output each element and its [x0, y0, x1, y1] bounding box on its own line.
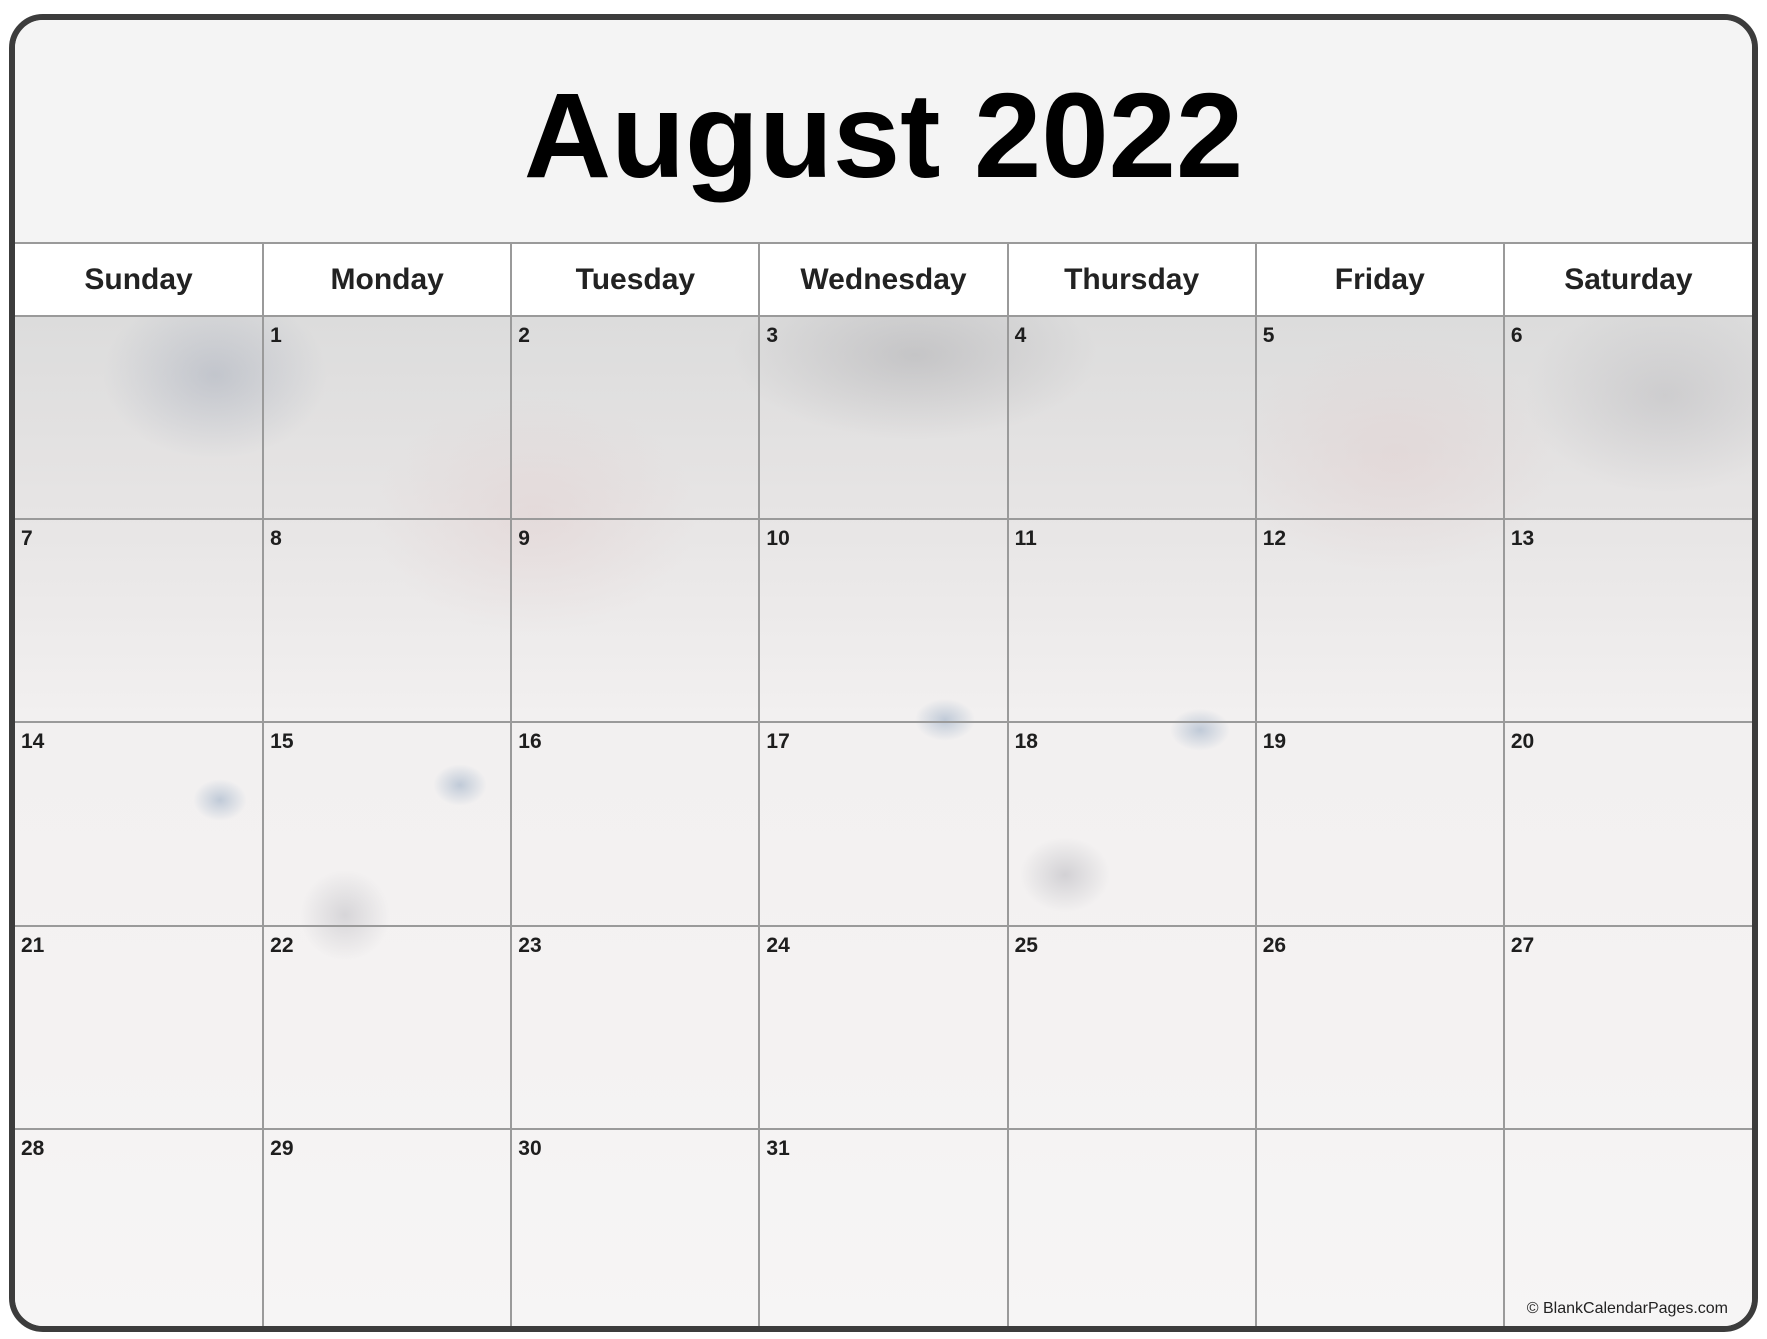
day-number: 5: [1262, 324, 1275, 347]
day-cell[interactable]: 29: [262, 1127, 513, 1326]
day-cell[interactable]: 1: [262, 314, 513, 521]
day-number: 25: [1014, 933, 1038, 957]
week-row: 7 8 9 10 11 12 13: [15, 518, 1752, 724]
day-cell[interactable]: 26: [1254, 924, 1505, 1130]
day-number: 12: [1262, 527, 1287, 551]
day-number: 11: [1014, 527, 1037, 551]
day-number: 21: [21, 933, 45, 957]
day-cell[interactable]: 21: [15, 924, 265, 1130]
day-cell[interactable]: 4: [1006, 314, 1257, 521]
day-cell[interactable]: 10: [758, 518, 1009, 724]
day-cell[interactable]: 31: [758, 1127, 1009, 1326]
calendar-grid: Sunday Monday Tuesday Wednesday Thursday…: [15, 242, 1752, 1326]
week-row: 14 15 16 17 18 19 20: [15, 721, 1752, 927]
day-number: 19: [1262, 730, 1287, 754]
calendar-title: August 2022: [523, 67, 1244, 203]
day-cell[interactable]: 19: [1254, 721, 1505, 927]
day-cell[interactable]: 12: [1254, 518, 1505, 724]
week-row: 1 2 3 4 5 6: [15, 314, 1752, 521]
day-cell[interactable]: 2: [510, 314, 761, 521]
day-number: 22: [270, 933, 294, 957]
day-number: 7: [21, 527, 33, 551]
day-number: 6: [1510, 324, 1523, 347]
day-number: 3: [766, 324, 779, 347]
day-cell[interactable]: 28: [15, 1127, 265, 1326]
weekday-header: Monday: [262, 242, 513, 317]
day-cell[interactable]: 13: [1502, 518, 1752, 724]
day-cell[interactable]: 8: [262, 518, 513, 724]
day-number: 16: [518, 730, 542, 754]
copyright-credit: © BlankCalendarPages.com: [1526, 1300, 1728, 1317]
day-number: 28: [21, 1136, 45, 1160]
day-number: 13: [1510, 527, 1535, 551]
day-number: 18: [1014, 730, 1038, 754]
day-cell[interactable]: 22: [262, 924, 513, 1130]
day-cell[interactable]: 23: [510, 924, 761, 1130]
day-number: 10: [766, 527, 790, 551]
weekday-header: Sunday: [15, 242, 265, 317]
title-bar: August 2022: [15, 20, 1752, 242]
day-number: 24: [766, 933, 790, 957]
day-cell[interactable]: 14: [15, 721, 265, 927]
weekday-header: Friday: [1254, 242, 1505, 317]
day-cell[interactable]: 30: [510, 1127, 761, 1326]
calendar-frame: August 2022 Sunday Monday Tuesday Wednes…: [9, 14, 1758, 1332]
day-cell[interactable]: 6: [1502, 314, 1752, 521]
empty-day-cell[interactable]: [1006, 1127, 1257, 1326]
week-row: 28 29 30 31: [15, 1127, 1752, 1326]
day-number: 27: [1510, 933, 1535, 957]
day-number: 30: [518, 1136, 542, 1160]
weekday-header: Tuesday: [510, 242, 761, 317]
day-cell[interactable]: 16: [510, 721, 761, 927]
day-number: 26: [1262, 933, 1287, 957]
day-cell[interactable]: 24: [758, 924, 1009, 1130]
day-number: 23: [518, 933, 542, 957]
day-number: 17: [766, 730, 790, 754]
day-number: 14: [21, 730, 45, 754]
weekday-header: Saturday: [1502, 242, 1752, 317]
empty-day-cell[interactable]: [1254, 1127, 1505, 1326]
day-cell[interactable]: 9: [510, 518, 761, 724]
day-cell[interactable]: 25: [1006, 924, 1257, 1130]
empty-day-cell[interactable]: [1502, 1127, 1752, 1326]
day-cell[interactable]: 17: [758, 721, 1009, 927]
day-cell[interactable]: 20: [1502, 721, 1752, 927]
day-cell[interactable]: 18: [1006, 721, 1257, 927]
day-cell[interactable]: 11: [1006, 518, 1257, 724]
day-cell[interactable]: 5: [1254, 314, 1505, 521]
day-number: 15: [270, 730, 294, 754]
day-number: 4: [1014, 324, 1027, 347]
week-row: 21 22 23 24 25 26 27: [15, 924, 1752, 1130]
weekday-header: Wednesday: [758, 242, 1009, 317]
day-cell[interactable]: 27: [1502, 924, 1752, 1130]
day-number: 8: [270, 527, 282, 551]
weekday-header: Thursday: [1006, 242, 1257, 317]
day-cell[interactable]: 3: [758, 314, 1009, 521]
day-number: 1: [270, 324, 282, 347]
day-number: 29: [270, 1136, 294, 1160]
day-number: 31: [766, 1136, 790, 1160]
calendar-table: Sunday Monday Tuesday Wednesday Thursday…: [15, 242, 1752, 1326]
empty-day-cell[interactable]: [15, 314, 265, 521]
day-number: 2: [518, 324, 530, 347]
day-cell[interactable]: 7: [15, 518, 265, 724]
day-cell[interactable]: 15: [262, 721, 513, 927]
day-number: 9: [518, 527, 530, 551]
weekday-header-row: Sunday Monday Tuesday Wednesday Thursday…: [15, 242, 1752, 317]
day-number: 20: [1510, 730, 1535, 754]
